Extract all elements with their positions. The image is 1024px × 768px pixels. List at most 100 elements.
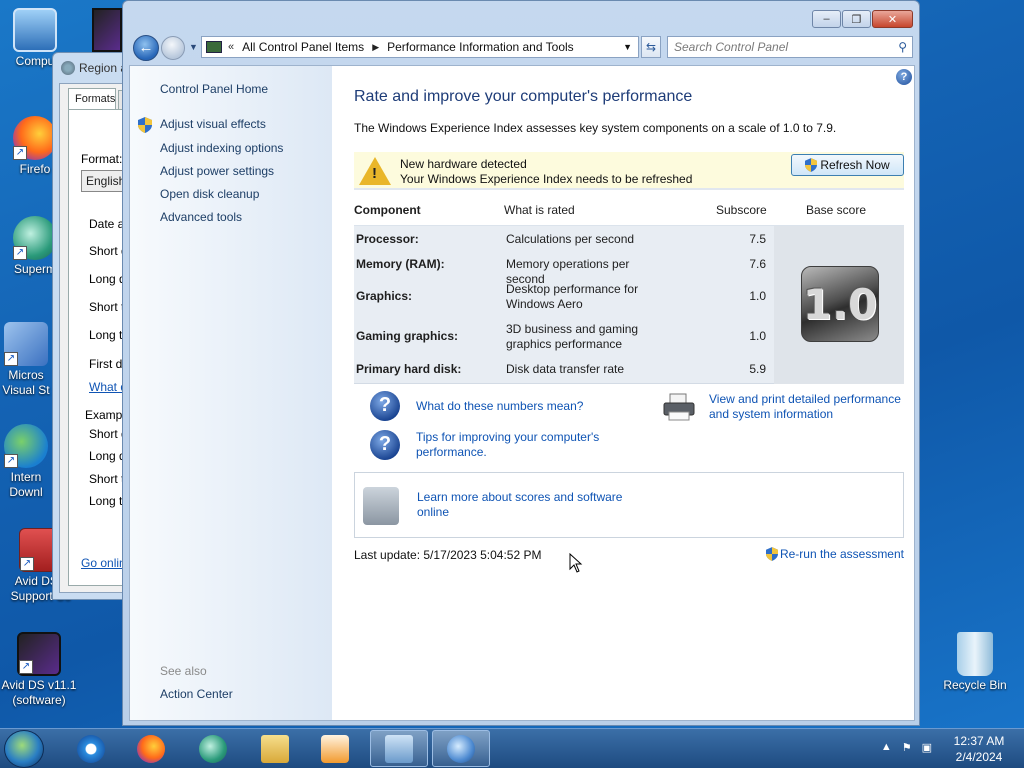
maximize-button[interactable]: ❐ (842, 10, 871, 28)
internet-explorer-icon (77, 734, 105, 763)
chevron-left-icon[interactable]: « (228, 41, 234, 53)
globe-icon (61, 61, 75, 75)
breadcrumb-arrow-icon[interactable]: ▶ (372, 42, 379, 53)
supermium-icon (199, 734, 227, 763)
desktop-icon-label: Firefo (19, 162, 51, 176)
taskbar-media-player[interactable] (306, 730, 364, 767)
subscore-cell: 7.6 (749, 257, 766, 271)
minimize-button[interactable]: – (812, 10, 841, 28)
go-online-link[interactable]: Go onlin (81, 556, 126, 570)
software-disc-icon (363, 487, 399, 525)
help-question-icon: ? (370, 391, 400, 421)
forward-button[interactable] (161, 36, 185, 60)
avid-top-icon[interactable] (92, 8, 122, 52)
clock[interactable]: 12:37 AM 2/4/2024 (944, 733, 1014, 765)
caption-buttons: – ❐ ✕ (812, 10, 913, 28)
base-score-badge: 1.0 (801, 266, 879, 342)
history-dropdown-icon[interactable]: ▼ (189, 42, 198, 52)
rated-cell: Calculations per second (506, 232, 635, 246)
performance-window[interactable]: – ❐ ✕ ← ▼ « All Control Panel Items ▶ Pe… (122, 0, 920, 726)
subscore-cell: 7.5 (749, 232, 766, 246)
search-placeholder: Search Control Panel (674, 40, 789, 54)
refresh-now-button[interactable]: Refresh Now (791, 154, 904, 176)
content-area: Control Panel Home Adjust visual effects… (129, 65, 915, 721)
system-tray: ▲ ⚑ ▣ (881, 741, 932, 754)
rerun-assessment-link[interactable]: Re-run the assessment (765, 547, 904, 561)
uac-shield-icon (805, 158, 818, 172)
view-print-link[interactable]: View and print detailed performance and … (709, 392, 909, 422)
advanced-tools-link[interactable]: Advanced tools (160, 210, 242, 224)
left-pane: Control Panel Home Adjust visual effects… (130, 66, 332, 720)
media-player-icon (321, 734, 349, 763)
refresh-icon[interactable]: ⇆ (641, 36, 661, 58)
disk-cleanup-link[interactable]: Open disk cleanup (160, 187, 259, 201)
region-row: Long t (89, 328, 123, 342)
clock-time: 12:37 AM (953, 734, 1005, 748)
desktop-icon-label: Avid DS v11.1 (software) (1, 678, 77, 707)
show-hidden-icons-icon[interactable]: ▲ (881, 741, 892, 754)
search-input[interactable]: Search Control Panel ⚲ (667, 36, 913, 58)
computer-icon (13, 8, 57, 52)
breadcrumb-item[interactable]: Performance Information and Tools (387, 40, 574, 54)
desktop-icon-label: Intern Downl (9, 470, 43, 499)
breadcrumb-item[interactable]: All Control Panel Items (242, 40, 364, 54)
subscore-cell: 1.0 (749, 329, 766, 343)
flag-icon[interactable]: ⚑ (902, 741, 912, 754)
taskbar: ▲ ⚑ ▣ 12:37 AM 2/4/2024 (0, 728, 1024, 768)
adjust-indexing-link[interactable]: Adjust indexing options (160, 141, 283, 155)
taskbar-control-panel[interactable] (370, 730, 428, 767)
table-body: Processor: Calculations per second 7.5 M… (354, 226, 904, 384)
download-manager-icon: ↗ (4, 424, 48, 468)
desktop-icon-label: Superm (13, 262, 57, 276)
close-button[interactable]: ✕ (872, 10, 913, 28)
back-button[interactable]: ← (133, 35, 159, 61)
start-button[interactable] (4, 730, 44, 768)
control-panel-home-link[interactable]: Control Panel Home (160, 82, 268, 96)
adjust-power-link[interactable]: Adjust power settings (160, 164, 274, 178)
table-header: Component What is rated Subscore Base sc… (354, 198, 904, 226)
desktop-icon-avid-ds[interactable]: ↗ Avid DS v11.1 (software) (0, 632, 82, 708)
notice-message: Your Windows Experience Index needs to b… (400, 172, 693, 186)
desktop-icon-label: Micros Visual St (2, 368, 50, 397)
desktop-icon-visual-studio[interactable]: ↗ Micros Visual St (0, 322, 56, 398)
tab-formats[interactable]: Formats (68, 88, 116, 110)
region-row: Date a (89, 217, 125, 231)
help-icon[interactable]: ? (896, 69, 912, 85)
taskbar-firefox[interactable] (122, 730, 180, 767)
subscore-cell: 5.9 (749, 362, 766, 376)
what-numbers-mean-link[interactable]: What do these numbers mean? (416, 399, 583, 414)
column-header: Base score (806, 203, 867, 217)
taskbar-internet-explorer[interactable] (62, 730, 120, 767)
adjust-visual-effects-link[interactable]: Adjust visual effects (160, 117, 266, 131)
supermium-icon: ↗ (13, 216, 57, 260)
desktop-icon-idm[interactable]: ↗ Intern Downl (0, 424, 56, 500)
taskbar-region[interactable] (432, 730, 490, 767)
control-panel-icon (206, 41, 222, 53)
search-icon[interactable]: ⚲ (898, 40, 907, 54)
region-row: Long d (89, 272, 126, 286)
chevron-down-icon[interactable]: ▼ (623, 42, 632, 52)
desktop-icon-label: Recycle Bin (943, 678, 1007, 692)
subscore-cell: 1.0 (749, 289, 766, 303)
learn-more-link[interactable]: Learn more about scores and software onl… (417, 490, 637, 520)
visual-studio-icon: ↗ (4, 322, 48, 366)
taskbar-supermium[interactable] (184, 730, 242, 767)
action-center-link[interactable]: Action Center (160, 687, 233, 701)
address-bar[interactable]: « All Control Panel Items ▶ Performance … (201, 36, 639, 58)
recycle-bin-icon (957, 632, 993, 676)
example-row: Short t (89, 472, 125, 486)
region-row: First d (89, 357, 123, 371)
page-title: Rate and improve your computer's perform… (354, 88, 693, 105)
base-score-panel: 1.0 (774, 226, 904, 384)
learn-more-box: Learn more about scores and software onl… (354, 472, 904, 538)
printer-icon (663, 393, 695, 421)
desktop-icon-recycle-bin[interactable]: Recycle Bin (936, 632, 1014, 693)
taskbar-explorer[interactable] (246, 730, 304, 767)
tips-link[interactable]: Tips for improving your computer's perfo… (416, 430, 626, 460)
component-cell: Gaming graphics: (356, 329, 459, 343)
help-question-icon: ? (370, 430, 400, 460)
rated-cell: Desktop performance for Windows Aero (506, 282, 639, 311)
uac-shield-icon (765, 547, 778, 561)
example-label: Examp (85, 408, 123, 422)
network-icon[interactable]: ▣ (922, 741, 932, 754)
